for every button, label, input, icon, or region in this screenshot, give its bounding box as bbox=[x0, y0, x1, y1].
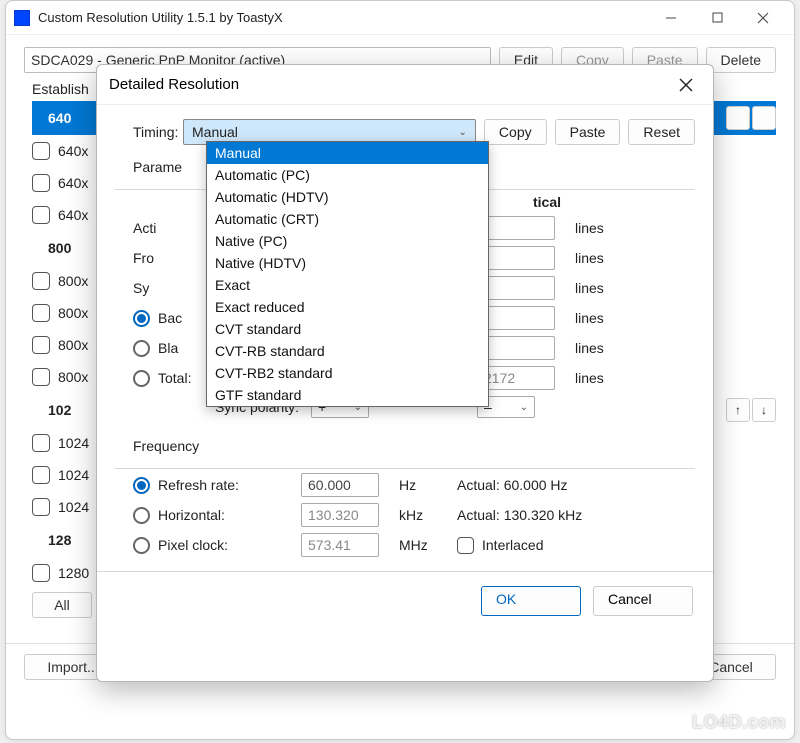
timing-option[interactable]: GTF standard bbox=[207, 384, 488, 406]
delete-button[interactable]: Delete bbox=[706, 47, 776, 73]
group-header-text: 640 bbox=[32, 110, 71, 126]
timing-option[interactable]: Manual bbox=[207, 142, 488, 164]
refresh-actual-label: Actual: 60.000 Hz bbox=[457, 477, 667, 493]
app-icon bbox=[14, 10, 30, 26]
blanking-radio[interactable] bbox=[133, 340, 150, 357]
checkbox[interactable] bbox=[32, 206, 50, 224]
dlg-reset-button[interactable]: Reset bbox=[628, 119, 695, 145]
timing-label: Timing: bbox=[115, 124, 175, 140]
maximize-button[interactable] bbox=[694, 3, 740, 33]
pixel-clock-input[interactable] bbox=[301, 533, 379, 557]
minimize-button[interactable] bbox=[648, 3, 694, 33]
checkbox[interactable] bbox=[32, 368, 50, 386]
dlg-paste-button[interactable]: Paste bbox=[555, 119, 621, 145]
checkbox[interactable] bbox=[32, 304, 50, 322]
timing-option[interactable]: Exact reduced bbox=[207, 296, 488, 318]
pixel-clock-label: Pixel clock: bbox=[158, 537, 228, 553]
horizontal-label: Horizontal: bbox=[158, 507, 225, 523]
timing-option[interactable]: Automatic (PC) bbox=[207, 164, 488, 186]
horizontal-radio[interactable] bbox=[133, 507, 150, 524]
timing-dropdown[interactable]: Manual Automatic (PC) Automatic (HDTV) A… bbox=[206, 141, 489, 407]
timing-option[interactable]: Native (HDTV) bbox=[207, 252, 488, 274]
timing-select-value: Manual bbox=[192, 124, 238, 140]
timing-option[interactable]: CVT-RB standard bbox=[207, 340, 488, 362]
titlebar: Custom Resolution Utility 1.5.1 by Toast… bbox=[6, 1, 794, 35]
all-button[interactable]: All bbox=[32, 592, 92, 618]
dialog-title: Detailed Resolution bbox=[109, 76, 239, 93]
horizontal-input[interactable] bbox=[301, 503, 379, 527]
checkbox[interactable] bbox=[32, 434, 50, 452]
move-up-button[interactable]: ↑ bbox=[726, 106, 750, 130]
refresh-rate-input[interactable] bbox=[301, 473, 379, 497]
checkbox[interactable] bbox=[32, 174, 50, 192]
timing-option[interactable]: Exact bbox=[207, 274, 488, 296]
group-header-text: 800 bbox=[32, 240, 71, 256]
vertical-column-header: tical bbox=[477, 194, 567, 210]
horizontal-actual-label: Actual: 130.320 kHz bbox=[457, 507, 667, 523]
dialog-cancel-button[interactable]: Cancel bbox=[593, 586, 693, 616]
total-radio[interactable] bbox=[133, 370, 150, 387]
dialog-titlebar: Detailed Resolution bbox=[97, 65, 713, 105]
checkbox[interactable] bbox=[32, 142, 50, 160]
back-label: Bac bbox=[158, 310, 182, 326]
interlaced-checkbox[interactable] bbox=[457, 537, 474, 554]
timing-option[interactable]: Native (PC) bbox=[207, 230, 488, 252]
group-header-text: 128 bbox=[32, 532, 71, 548]
window-title: Custom Resolution Utility 1.5.1 by Toast… bbox=[38, 10, 648, 25]
timing-option[interactable]: Automatic (HDTV) bbox=[207, 186, 488, 208]
move-down-button[interactable]: ↓ bbox=[752, 398, 776, 422]
checkbox[interactable] bbox=[32, 498, 50, 516]
blanking-label: Bla bbox=[158, 340, 178, 356]
unit-lines: lines bbox=[575, 220, 623, 236]
move-up-button[interactable]: ↑ bbox=[726, 398, 750, 422]
checkbox[interactable] bbox=[32, 466, 50, 484]
checkbox[interactable] bbox=[32, 272, 50, 290]
window-close-button[interactable] bbox=[740, 3, 786, 33]
refresh-rate-label: Refresh rate: bbox=[158, 477, 239, 493]
watermark: LO4D.com bbox=[692, 712, 786, 733]
interlaced-label: Interlaced bbox=[482, 537, 543, 553]
pixel-clock-radio[interactable] bbox=[133, 537, 150, 554]
checkbox[interactable] bbox=[32, 336, 50, 354]
total-label: Total: bbox=[158, 370, 191, 386]
dlg-copy-button[interactable]: Copy bbox=[484, 119, 547, 145]
dialog-close-button[interactable] bbox=[671, 70, 701, 100]
refresh-rate-radio[interactable] bbox=[133, 477, 150, 494]
chevron-down-icon: ⌄ bbox=[520, 402, 528, 413]
timing-option[interactable]: Automatic (CRT) bbox=[207, 208, 488, 230]
timing-option[interactable]: CVT-RB2 standard bbox=[207, 362, 488, 384]
group-header-text: 102 bbox=[32, 402, 71, 418]
chevron-down-icon: ⌄ bbox=[459, 127, 467, 138]
back-porch-radio[interactable] bbox=[133, 310, 150, 327]
dialog-footer: OK Cancel bbox=[97, 572, 713, 630]
dialog-ok-button[interactable]: OK bbox=[481, 586, 581, 616]
timing-option[interactable]: CVT standard bbox=[207, 318, 488, 340]
frequency-label: Frequency bbox=[115, 438, 199, 454]
move-down-button[interactable]: ↓ bbox=[752, 106, 776, 130]
checkbox[interactable] bbox=[32, 564, 50, 582]
parameters-label: Parame bbox=[115, 159, 182, 175]
